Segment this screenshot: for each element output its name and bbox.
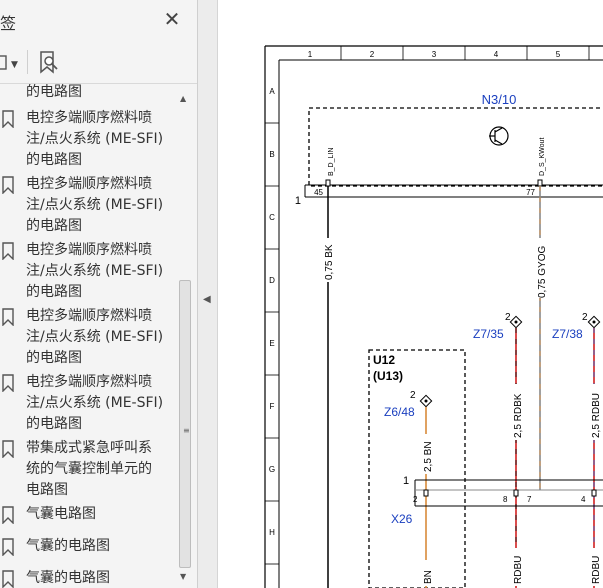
bookmark-label: 电控多端顺序燃料喷 注/点火系统 (ME-SFI) 的电路图: [26, 308, 164, 366]
bookmark-icon: [2, 374, 14, 392]
connector-label: X26: [391, 512, 413, 526]
module-u12-box: [368, 349, 466, 588]
toolbar-separator: [27, 50, 28, 74]
row-label: D: [269, 276, 275, 285]
pin-number: 45: [314, 188, 323, 197]
find-bookmark-button[interactable]: [36, 50, 62, 76]
bookmark-list: 的电路图 电控多端顺序燃料喷 注/点火系统 (ME-SFI) 的电路图 电控多端…: [0, 84, 176, 588]
bookmark-options-button[interactable]: ▼: [0, 50, 24, 76]
bookmark-label: 电控多端顺序燃料喷 注/点火系统 (ME-SFI) 的电路图: [26, 176, 164, 234]
bookmark-label: 的电路图: [26, 84, 82, 100]
connector-number: 1: [295, 195, 301, 207]
pin-number: 8: [503, 495, 508, 504]
wire-label: 0,75 BK: [324, 244, 335, 280]
bookmark-icon: [2, 308, 14, 326]
scroll-down-icon[interactable]: ▼: [180, 572, 186, 581]
splice-label: Z7/35: [473, 327, 504, 341]
grip-icon: ≡: [183, 426, 190, 435]
bookmark-label: 电控多端顺序燃料喷 注/点火系统 (ME-SFI) 的电路图: [26, 242, 164, 300]
pin-contact: [537, 179, 543, 187]
bookmark-icon: [2, 242, 14, 260]
collapse-panel-icon[interactable]: ◀: [203, 294, 211, 305]
splice-dot: [514, 320, 518, 324]
pin-name: D_S_KWout: [539, 138, 546, 176]
pin-contact: [513, 489, 519, 497]
bookmark-label: 电控多端顺序燃料喷 注/点火系统 (ME-SFI) 的电路图: [26, 374, 164, 432]
row-label: H: [269, 528, 275, 537]
bookmark-icon: [2, 538, 14, 556]
bookmark-icon: [2, 440, 14, 458]
bookmarks-panel: 签 ✕ ▼ 的电路图 电控多端顺序燃料喷 注/点火系统 (ME-SFI) 的电路…: [0, 0, 198, 588]
pin-number: 7: [527, 495, 532, 504]
pin-contact: [325, 179, 331, 187]
splice-label: Z6/48: [384, 405, 415, 419]
pin-number: 4: [581, 495, 586, 504]
row-label: B: [269, 150, 274, 159]
circuit-diagram: 1 2 3 4 5 A B C D E F G H N3/10 B_D_LIN …: [264, 45, 603, 588]
wire-label: 2,5 BN: [423, 441, 434, 472]
chevron-down-icon: ▼: [11, 60, 18, 70]
module-n3-box: [308, 107, 603, 187]
pin-contact: [423, 489, 429, 497]
column-label: 4: [494, 50, 499, 59]
bookmark-label: 气囊的电路图: [26, 570, 110, 586]
document-view[interactable]: 1 2 3 4 5 A B C D E F G H N3/10 B_D_LIN …: [219, 0, 603, 588]
bookmark-options-icon: [0, 55, 7, 70]
row-label: G: [269, 465, 275, 474]
column-label: 1: [308, 50, 313, 59]
column-label: 5: [556, 50, 561, 59]
panel-splitter[interactable]: ◀: [198, 0, 218, 588]
column-ruler: [340, 46, 590, 60]
splice-label: Z7/38: [552, 327, 583, 341]
wire-label: RDBU: [513, 556, 524, 584]
close-panel-button[interactable]: ✕: [160, 6, 184, 32]
splice-dot: [592, 320, 596, 324]
splice-pin: 2: [505, 312, 511, 323]
bookmark-icon: [2, 506, 14, 524]
splice-dot: [424, 399, 428, 403]
bookmark-label: 气囊的电路图: [26, 538, 110, 554]
column-label: 2: [370, 50, 375, 59]
wire-label: 0,75 GYOG: [537, 246, 548, 298]
module-u12-label: U12: [373, 353, 395, 367]
panel-title: 签: [0, 14, 17, 33]
panel-header: 签 ✕: [0, 0, 197, 38]
panel-toolbar: ▼: [0, 46, 197, 82]
module-n3-label: N3/10: [482, 92, 517, 107]
row-label: E: [269, 339, 274, 348]
wire-label: 2,5 RDBK: [513, 393, 524, 438]
wire-label: 2,5 RDBU: [591, 393, 602, 438]
bookmark-label: 带集成式紧急呼叫系 统的气囊控制单元的 电路图: [26, 440, 152, 498]
scrollbar-track[interactable]: ≡: [178, 108, 191, 568]
bookmark-icon: [2, 176, 14, 194]
scrollbar-thumb[interactable]: ≡: [179, 280, 191, 568]
bookmark-label: 电控多端顺序燃料喷 注/点火系统 (ME-SFI) 的电路图: [26, 110, 164, 168]
column-label: 3: [432, 50, 437, 59]
bookmark-icon: [2, 110, 14, 128]
connector-number: 1: [403, 475, 409, 487]
pin-contact: [591, 489, 597, 497]
scroll-up-icon[interactable]: ▲: [180, 94, 186, 103]
splice-pin: 2: [582, 312, 588, 323]
bookmark-icon: [2, 570, 14, 588]
pin-name: B_D_LIN: [328, 148, 335, 176]
transistor-symbol-icon: [489, 126, 509, 146]
pin-number: 77: [526, 188, 535, 197]
row-label: F: [270, 402, 275, 411]
row-label: C: [269, 213, 275, 222]
find-bookmark-icon: [40, 51, 58, 74]
module-u13-label: (U13): [373, 369, 403, 383]
wire-label: RDBU: [591, 556, 602, 584]
splice-pin: 2: [410, 390, 416, 401]
bookmark-scrollbar[interactable]: ▲ ≡ ▼: [176, 92, 192, 586]
row-label: A: [269, 87, 275, 96]
pin-number: 2: [413, 495, 418, 504]
wire-label: BN: [423, 570, 434, 584]
bookmark-label: 气囊电路图: [26, 506, 96, 522]
